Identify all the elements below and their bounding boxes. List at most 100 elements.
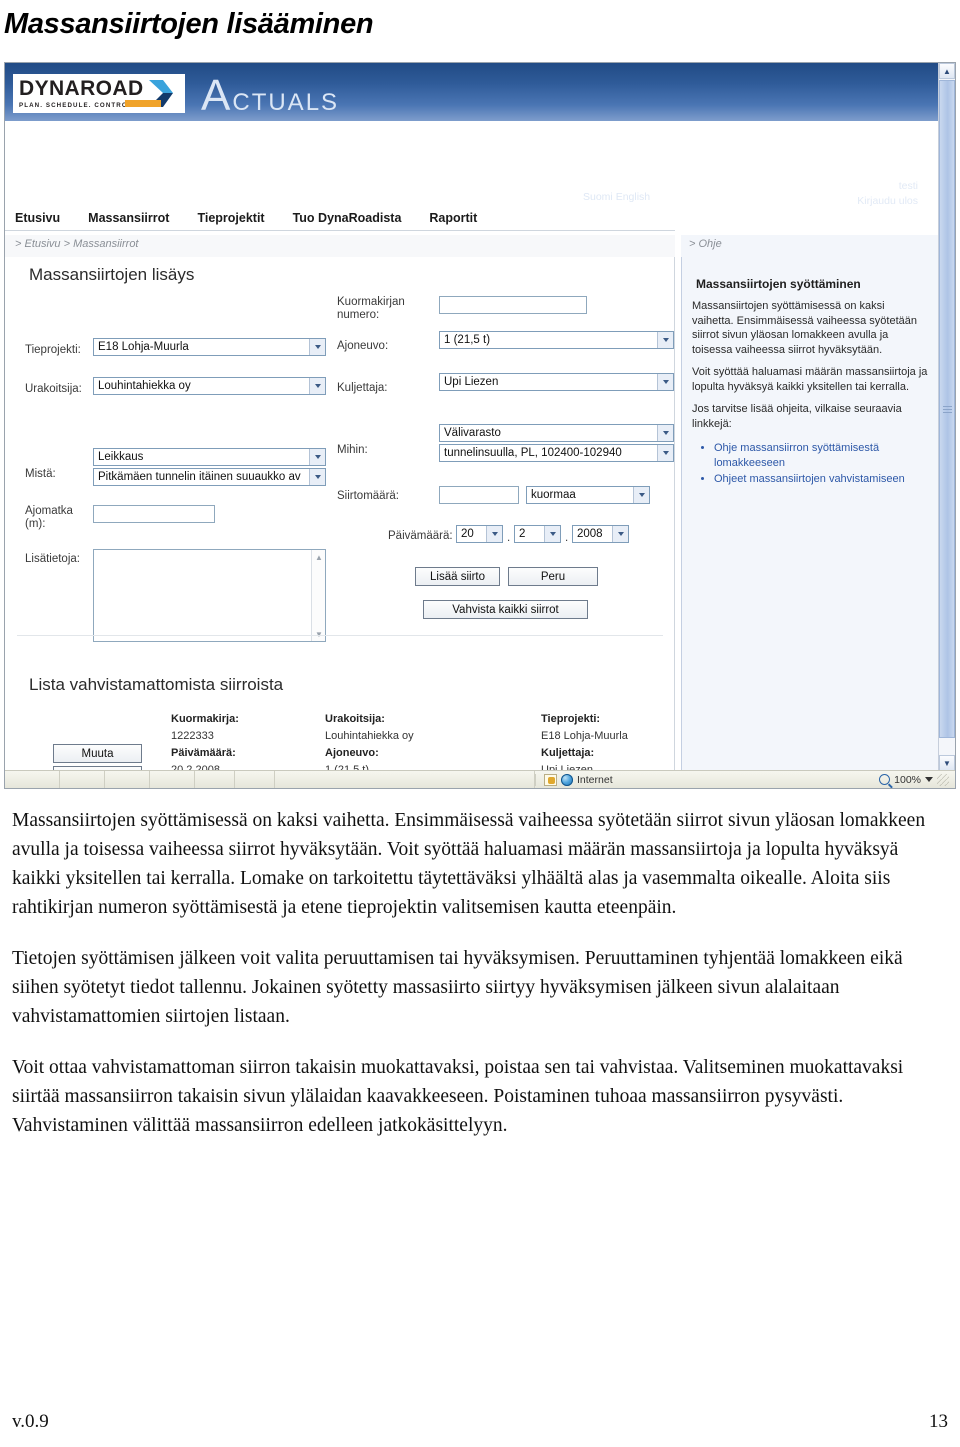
label-mihin: Mihin:	[337, 444, 368, 456]
chevron-down-icon[interactable]	[309, 339, 325, 355]
input-kuormakirjan-numero[interactable]	[439, 296, 587, 314]
body-text: Massansiirtojen syöttämisessä on kaksi v…	[12, 806, 948, 1162]
zoom-icon	[879, 774, 891, 785]
label-mista: Mistä:	[25, 468, 56, 480]
help-paragraph-1: Massansiirtojen syöttämisessä on kaksi v…	[692, 300, 918, 356]
select-vuosi[interactable]: 2008	[572, 525, 629, 543]
chevron-down-icon[interactable]	[544, 526, 560, 542]
select-tieprojekti[interactable]: E18 Lohja-Muurla	[93, 338, 326, 356]
content-pane: Massansiirtojen lisäys Tieprojekti: E18 …	[5, 257, 675, 788]
input-ajomatka[interactable]	[93, 505, 215, 523]
select-kuljettaja[interactable]: Upi Liezen	[439, 373, 674, 391]
nav-item-tuo-dynaroadista[interactable]: Tuo DynaRoadista	[293, 208, 416, 228]
field-value: 1222333	[171, 730, 214, 742]
scrollbar-grip	[943, 406, 952, 413]
label-tieprojekti: Tieprojekti:	[25, 344, 81, 356]
zone-label: Internet	[577, 773, 613, 786]
lang-suomi[interactable]: Suomi	[583, 191, 613, 203]
lock-icon	[544, 773, 557, 786]
date-separator-1: .	[507, 532, 511, 544]
cancel-button[interactable]: Peru	[508, 567, 598, 586]
confirm-button[interactable]: Vahvista	[53, 788, 142, 789]
help-link-confirm[interactable]: Ohjeet massansiirtojen vahvistamiseen	[714, 472, 930, 487]
textarea-lisatietoja[interactable]: ▲ ▼	[93, 549, 326, 642]
label-ajoneuvo: Ajoneuvo:	[337, 340, 389, 352]
resize-grip-icon[interactable]	[937, 773, 949, 786]
chevron-down-icon[interactable]	[486, 526, 502, 542]
user-name: testi	[898, 180, 918, 192]
breadcrumb[interactable]: > Etusivu > Massansiirrot	[5, 235, 675, 250]
chevron-down-icon[interactable]	[309, 469, 325, 485]
paragraph-2: Tietojen syöttämisen jälkeen voit valita…	[12, 948, 903, 1027]
label-kuormakirjan-numero: Kuormakirjan numero:	[337, 296, 405, 321]
select-urakoitsija[interactable]: Louhintahiekka oy	[93, 377, 326, 395]
chevron-down-icon[interactable]	[657, 425, 673, 441]
help-links: Ohje massansiirron syöttämisestä lomakke…	[682, 441, 940, 487]
label-paivamaara: Päivämäärä:	[388, 530, 453, 542]
scrollbar-thumb[interactable]	[939, 80, 955, 738]
select-ajoneuvo[interactable]: 1 (21,5 t)	[439, 331, 674, 349]
select-mihin-type[interactable]: Välivarasto	[439, 424, 674, 442]
confirm-all-button[interactable]: Vahvista kaikki siirrot	[423, 600, 588, 619]
chevron-down-icon[interactable]	[657, 332, 673, 348]
field-label: Ajoneuvo:	[325, 747, 379, 759]
nav-item-tieprojektit[interactable]: Tieprojektit	[197, 208, 278, 228]
select-mista-type[interactable]: Leikkaus	[93, 448, 326, 466]
main-nav: Etusivu Massansiirrot Tieprojektit Tuo D…	[5, 208, 675, 231]
browser-screenshot: DYNAROAD PLAN. SCHEDULE. CONTROL. Actual…	[4, 62, 956, 789]
label-urakoitsija: Urakoitsija:	[25, 383, 82, 395]
textarea-scrollbar[interactable]: ▲ ▼	[311, 550, 325, 641]
scroll-down-icon[interactable]: ▼	[313, 628, 325, 640]
nav-item-etusivu[interactable]: Etusivu	[15, 208, 74, 228]
field-value: Louhintahiekka oy	[325, 730, 414, 742]
help-paragraph-3: Jos tarvitse lisää ohjeita, vilkaise seu…	[692, 403, 902, 430]
footer-version: v.0.9	[12, 1411, 49, 1432]
help-breadcrumb[interactable]: > Ohje	[681, 235, 940, 257]
label-ajomatka: Ajomatka (m):	[25, 505, 73, 530]
page-footer: v.0.9 13	[12, 1411, 948, 1433]
page-title: Massansiirtojen lisääminen	[4, 8, 374, 40]
mass-transfer-form: Tieprojekti: E18 Lohja-Muurla Urakoitsij…	[5, 283, 675, 642]
edit-button[interactable]: Muuta	[53, 744, 142, 763]
field-label: Urakoitsija:	[325, 713, 385, 725]
dynaroad-logo[interactable]: DYNAROAD PLAN. SCHEDULE. CONTROL.	[13, 74, 185, 113]
lang-english[interactable]: English	[616, 191, 650, 203]
chevron-down-icon[interactable]	[657, 374, 673, 390]
scroll-up-icon[interactable]: ▲	[313, 551, 325, 563]
logout-link[interactable]: Kirjaudu ulos	[857, 194, 918, 209]
zoom-control[interactable]: 100%	[879, 773, 955, 786]
language-switcher[interactable]: Suomi English	[583, 191, 650, 203]
chevron-down-icon[interactable]	[657, 445, 673, 461]
scroll-up-icon[interactable]: ▲	[939, 63, 955, 79]
help-link-form[interactable]: Ohje massansiirron syöttämisestä lomakke…	[714, 441, 930, 470]
chevron-down-icon[interactable]	[612, 526, 628, 542]
nav-item-raportit[interactable]: Raportit	[429, 208, 491, 228]
window-scrollbar[interactable]: ▲ ▼	[938, 63, 955, 771]
select-kuukausi[interactable]: 2	[514, 525, 561, 543]
nav-item-massansiirrot[interactable]: Massansiirrot	[88, 208, 183, 228]
input-siirtomaara[interactable]	[439, 486, 519, 504]
list-title: Lista vahvistamattomista siirroista	[29, 675, 284, 694]
browser-status-bar: Internet 100%	[5, 770, 955, 788]
product-name: Actuals	[201, 71, 340, 120]
field-label: Päivämäärä:	[171, 747, 236, 759]
footer-page-number: 13	[929, 1411, 948, 1432]
select-mista-place[interactable]: Pitkämäen tunnelin itäinen suuaukko av	[93, 468, 326, 486]
logo-accent-bar	[125, 100, 161, 107]
select-mihin-place[interactable]: tunnelinsuulla, PL, 102400-102940	[439, 444, 674, 462]
help-title: Massansiirtojen syöttäminen	[696, 277, 861, 291]
chevron-down-icon[interactable]	[309, 378, 325, 394]
scroll-down-icon[interactable]: ▼	[939, 755, 955, 771]
select-paiva[interactable]: 20	[456, 525, 503, 543]
select-siirtomaara-unit[interactable]: kuormaa	[526, 486, 650, 504]
chevron-down-icon[interactable]	[925, 777, 933, 782]
security-zone[interactable]: Internet	[535, 773, 613, 786]
label-kuljettaja: Kuljettaja:	[337, 382, 388, 394]
add-transfer-button[interactable]: Lisää siirto	[415, 567, 500, 586]
field-value: E18 Lohja-Muurla	[541, 730, 628, 742]
globe-icon	[561, 773, 573, 786]
field-label: Kuljettaja:	[541, 747, 595, 759]
chevron-down-icon[interactable]	[633, 487, 649, 503]
app-banner: DYNAROAD PLAN. SCHEDULE. CONTROL. Actual…	[5, 63, 940, 207]
chevron-down-icon[interactable]	[309, 449, 325, 465]
